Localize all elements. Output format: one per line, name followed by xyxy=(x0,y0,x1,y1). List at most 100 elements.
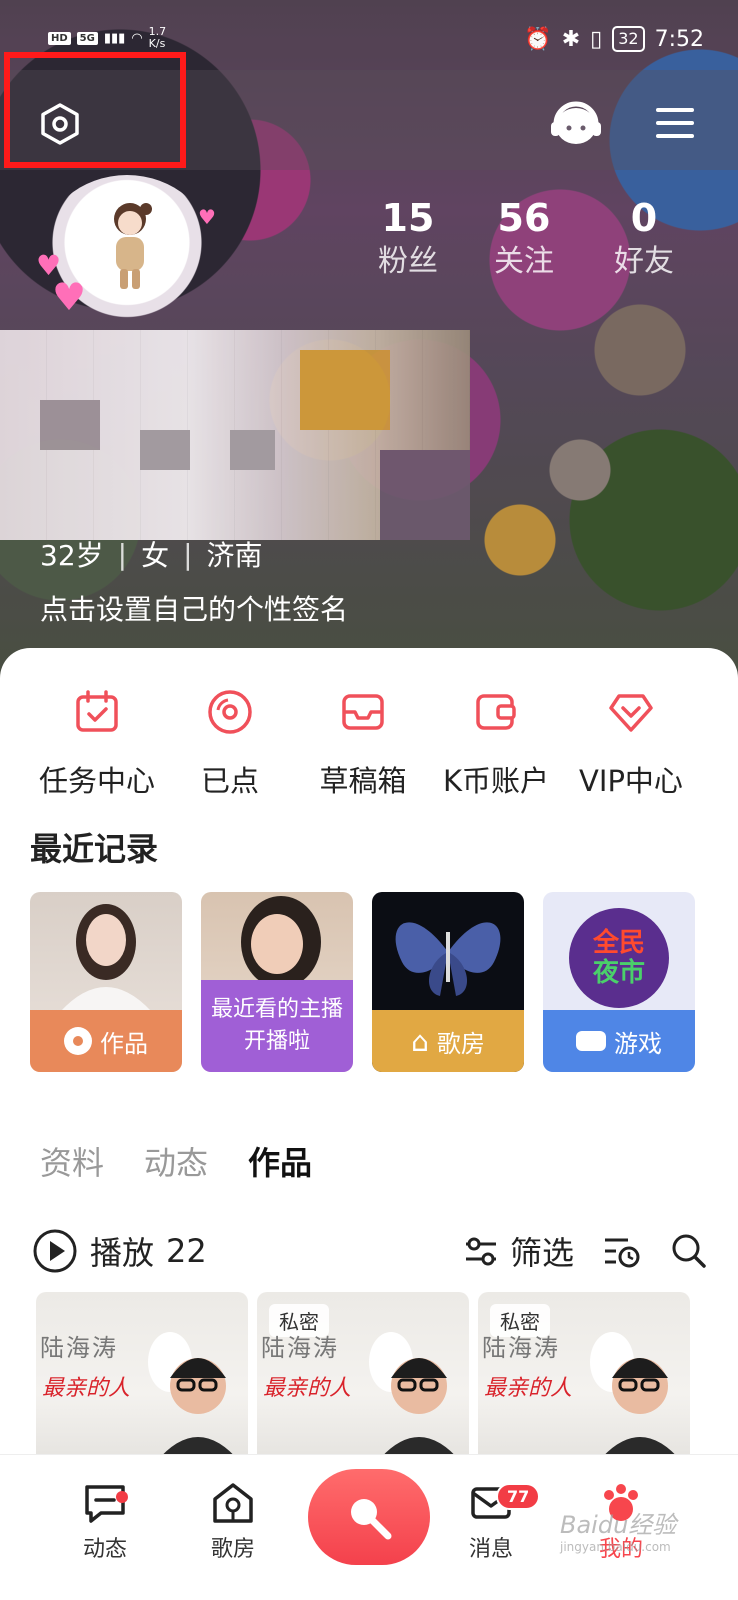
profile-cover[interactable]: HD 5G ▮▮▮ ◠ 1.7 K/s ⏰ ✱ ▯ 32 7:52 ♥ ♥ ♥ … xyxy=(0,0,738,700)
gamepad-icon xyxy=(576,1031,606,1051)
quick-action-drafts[interactable]: 草稿箱 xyxy=(288,688,438,800)
quick-action-vip-center[interactable]: VIP中心 xyxy=(556,688,706,800)
gender: 女 xyxy=(141,539,170,572)
nav-label: 消息 xyxy=(468,1537,513,1562)
tab-works[interactable]: 作品 xyxy=(248,1138,312,1184)
bio-placeholder[interactable]: 点击设置自己的个性签名 xyxy=(40,588,348,628)
chat-bubble-icon xyxy=(85,1485,125,1523)
heart-icon: ♥ xyxy=(198,205,216,229)
inbox-icon xyxy=(342,694,384,730)
recent-card-footer: 作品 xyxy=(30,1010,182,1072)
annotation-highlight-box xyxy=(4,52,186,168)
work-singer: 陆海涛 xyxy=(40,1334,118,1362)
nav-label: 动态 xyxy=(82,1537,127,1562)
nav-messages[interactable]: 消息 77 xyxy=(436,1479,546,1563)
wallet-icon xyxy=(476,694,516,730)
work-song-title: 最亲的人 xyxy=(484,1376,573,1401)
customer-service-button[interactable] xyxy=(548,96,604,152)
wifi-icon: ◠ xyxy=(131,30,143,46)
sort-by-time-icon[interactable] xyxy=(602,1232,642,1270)
work-singer: 陆海涛 xyxy=(261,1334,339,1362)
tab-feed[interactable]: 动态 xyxy=(144,1138,208,1184)
unread-dot xyxy=(116,1491,128,1503)
play-circle-icon xyxy=(33,1229,77,1273)
recent-card-live-anchor[interactable]: 最近看的主播开播啦 xyxy=(201,892,353,1072)
alarm-icon: ⏰ xyxy=(524,26,552,52)
game-banner: 全民 夜市 xyxy=(569,908,669,1008)
stat-fans[interactable]: 15 粉丝 xyxy=(378,196,438,284)
avatar[interactable]: ♥ ♥ ♥ xyxy=(36,175,216,325)
filter-label: 筛选 xyxy=(509,1234,574,1272)
woman-thumbnail-image xyxy=(60,904,152,1012)
clock: 7:52 xyxy=(654,26,704,52)
profile-tabs: 资料 动态 作品 xyxy=(40,1138,312,1184)
record-song-button[interactable] xyxy=(308,1469,430,1565)
quick-action-label: 草稿箱 xyxy=(319,764,407,798)
nav-feed[interactable]: 动态 xyxy=(50,1479,160,1563)
works-toolbar: 筛选 xyxy=(462,1228,708,1274)
age: 32岁 xyxy=(40,539,104,572)
game-banner-line: 全民 xyxy=(592,928,645,958)
recent-card-footer: 最近看的主播开播啦 xyxy=(201,980,353,1072)
nav-label: 歌房 xyxy=(210,1537,255,1562)
recent-card-song-room[interactable]: ⌂ 歌房 xyxy=(372,892,524,1072)
quick-action-label: VIP中心 xyxy=(579,764,683,798)
recent-records-title: 最近记录 xyxy=(30,830,159,868)
net-speed: 1.7 K/s xyxy=(148,25,167,50)
house-icon: ⌂ xyxy=(411,1024,429,1058)
quick-action-k-coin-account[interactable]: K币账户 xyxy=(421,688,571,800)
butterfly-thumbnail-image xyxy=(395,922,501,996)
work-item[interactable]: 私密 陆海涛 最亲的人 xyxy=(478,1292,690,1462)
following-label: 关注 xyxy=(494,244,554,279)
hd-badge: HD xyxy=(48,31,71,45)
following-count: 56 xyxy=(497,196,551,240)
quick-action-label: K币账户 xyxy=(442,764,550,798)
menu-button[interactable] xyxy=(650,98,700,148)
bluetooth-icon: ✱ xyxy=(561,26,581,52)
filter-button[interactable]: 筛选 xyxy=(462,1228,574,1274)
recent-card-game[interactable]: 全民 夜市 游戏 xyxy=(543,892,695,1072)
tab-profile-info[interactable]: 资料 xyxy=(40,1138,104,1184)
disc-icon xyxy=(64,1027,92,1055)
play-count: 22 xyxy=(166,1232,207,1270)
recent-card-label: 作品 xyxy=(100,1029,148,1058)
headset-icon xyxy=(551,101,601,144)
fans-label: 粉丝 xyxy=(378,244,438,279)
singer-cover-image xyxy=(148,1332,240,1462)
friends-count: 0 xyxy=(630,196,658,240)
city: 济南 xyxy=(206,539,263,572)
cartoon-girl-avatar-image xyxy=(114,203,152,289)
recent-card-footer: ⌂ 歌房 xyxy=(372,1010,524,1072)
quick-action-task-center[interactable]: 任务中心 xyxy=(22,688,172,800)
recent-card-footer: 游戏 xyxy=(543,1010,695,1072)
calendar-check-icon xyxy=(76,690,118,732)
filter-icon xyxy=(465,1237,496,1266)
heart-icon: ♥ xyxy=(52,275,87,319)
recent-card-label: 歌房 xyxy=(436,1029,485,1058)
baidu-watermark: Baidu经验 xyxy=(560,1511,677,1539)
quick-action-requested[interactable]: 已点 xyxy=(155,688,305,800)
network-badge: 5G xyxy=(76,31,98,45)
battery-icon: 32 xyxy=(612,26,645,52)
fans-count: 15 xyxy=(381,196,435,240)
work-item[interactable]: 私密 陆海涛 最亲的人 xyxy=(257,1292,469,1462)
divider: | xyxy=(117,537,128,571)
anchor-thumbnail-image xyxy=(241,896,321,988)
signal-icon: ▮▮▮ xyxy=(103,30,126,46)
hamburger-menu-icon xyxy=(656,108,694,138)
recent-card-label: 游戏 xyxy=(614,1029,662,1058)
work-item[interactable]: 陆海涛 最亲的人 xyxy=(36,1292,248,1462)
stat-friends[interactable]: 0 好友 xyxy=(614,196,674,284)
play-label: 播放 xyxy=(90,1234,155,1272)
search-icon[interactable] xyxy=(670,1232,708,1270)
divider: | xyxy=(183,537,193,571)
messages-badge: 77 xyxy=(496,1483,541,1510)
stat-following[interactable]: 56 关注 xyxy=(494,196,554,284)
recent-card-works[interactable]: 作品 xyxy=(30,892,182,1072)
nav-song-room[interactable]: 歌房 xyxy=(178,1479,288,1563)
profile-info: 32岁 | 女 | 济南 xyxy=(40,534,263,574)
house-icon xyxy=(213,1483,253,1523)
singer-cover-image xyxy=(369,1332,461,1462)
disc-icon xyxy=(208,690,252,734)
play-all-button[interactable]: 播放 22 xyxy=(32,1228,207,1274)
